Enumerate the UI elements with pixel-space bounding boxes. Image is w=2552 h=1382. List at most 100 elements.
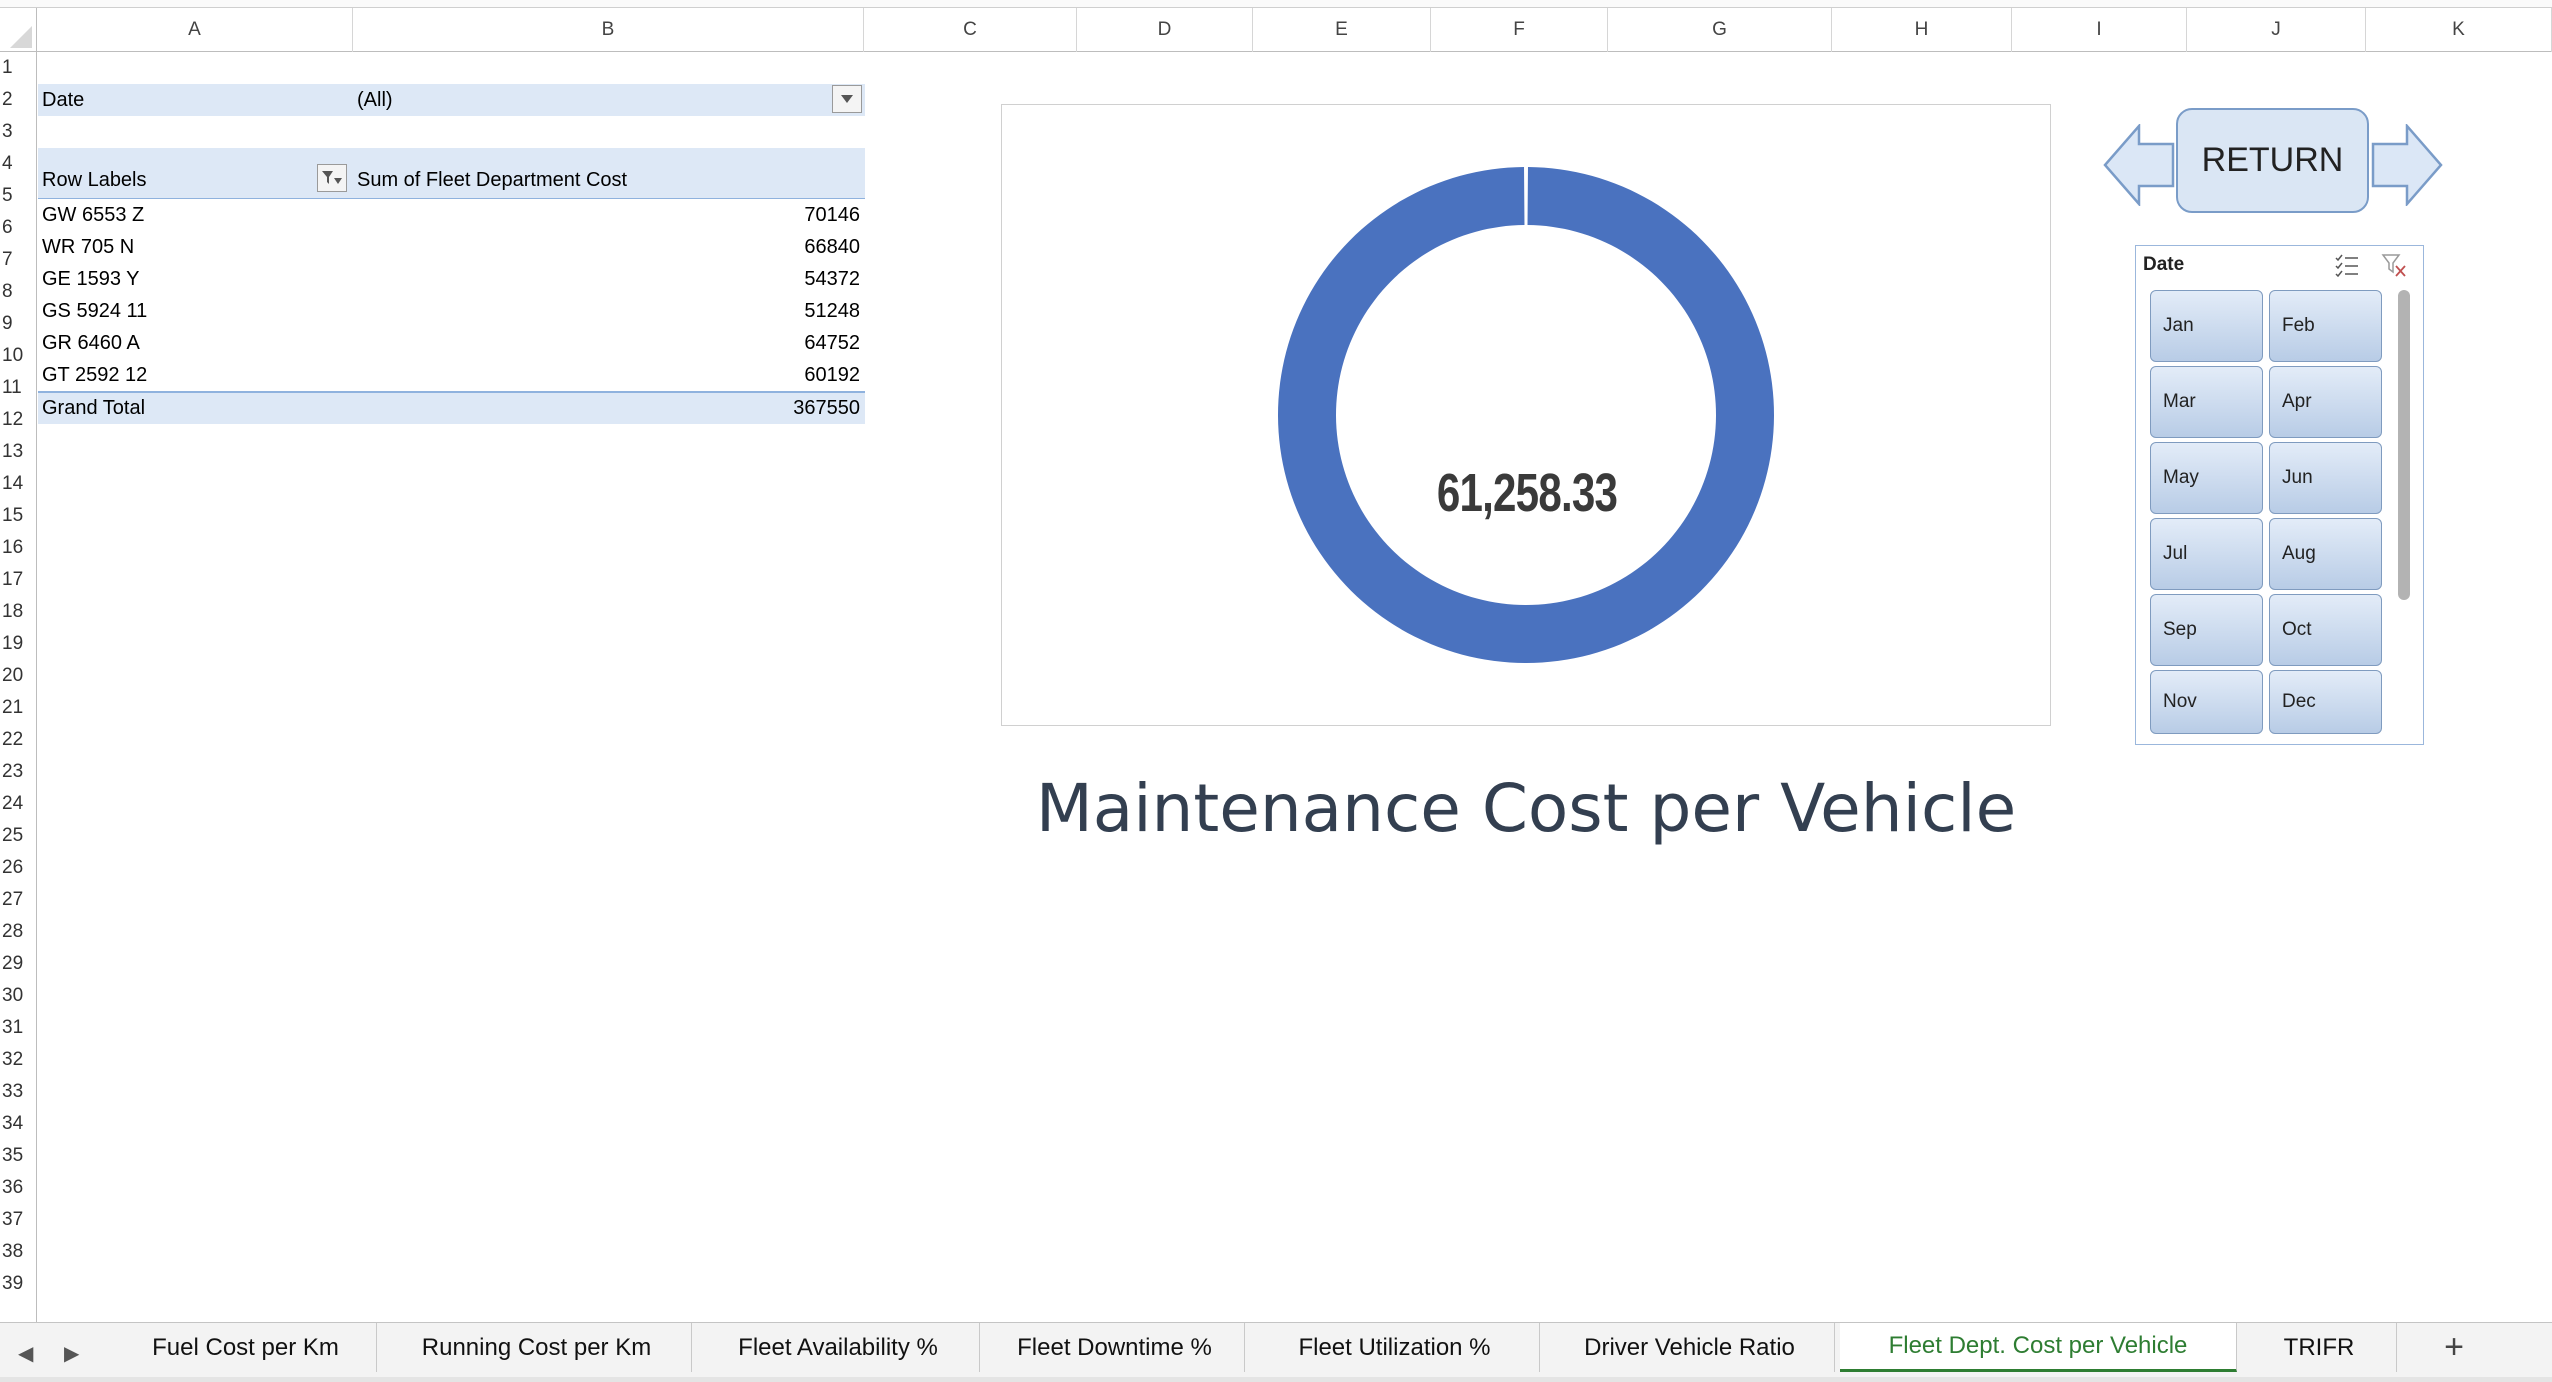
- filter-icon: [322, 171, 342, 184]
- row-header[interactable]: 29: [0, 948, 37, 980]
- pivot-row-value: 51248: [804, 299, 860, 322]
- slicer-item-jul[interactable]: Jul: [2150, 518, 2263, 590]
- slicer-item-apr[interactable]: Apr: [2269, 366, 2382, 438]
- column-header[interactable]: E: [1253, 8, 1431, 52]
- column-header[interactable]: K: [2366, 8, 2552, 52]
- row-header[interactable]: 22: [0, 724, 37, 756]
- sheet-tab[interactable]: Fleet Availability %: [697, 1323, 980, 1372]
- column-header[interactable]: F: [1431, 8, 1608, 52]
- slicer-item-dec[interactable]: Dec: [2269, 670, 2382, 734]
- pivot-filter-label: Date: [42, 88, 85, 111]
- row-header[interactable]: 16: [0, 532, 37, 564]
- row-header[interactable]: 33: [0, 1076, 37, 1108]
- column-header[interactable]: G: [1608, 8, 1832, 52]
- clear-filter-icon[interactable]: [2381, 252, 2407, 278]
- row-header[interactable]: 27: [0, 884, 37, 916]
- sheet-tab[interactable]: Driver Vehicle Ratio: [1545, 1323, 1835, 1372]
- row-header[interactable]: 8: [0, 276, 37, 308]
- row-header[interactable]: 35: [0, 1140, 37, 1172]
- slicer-item-jun[interactable]: Jun: [2269, 442, 2382, 514]
- sheet-tab-bar: ◀ ▶ Fuel Cost per Km Running Cost per Km F…: [0, 1322, 2552, 1382]
- row-header[interactable]: 23: [0, 756, 37, 788]
- pivot-row-value: 66840: [804, 235, 860, 258]
- row-header[interactable]: 3: [0, 116, 37, 148]
- row-header[interactable]: 9: [0, 308, 37, 340]
- slicer-item-aug[interactable]: Aug: [2269, 518, 2382, 590]
- row-header[interactable]: 31: [0, 1012, 37, 1044]
- column-header[interactable]: A: [37, 8, 353, 52]
- worksheet[interactable]: ABCDEFGHIJK 1 2 3 4 5 6 7 8 9 10 11 12 13 14 15 16 17 18 1…: [0, 0, 2552, 1322]
- row-header[interactable]: 12: [0, 404, 37, 436]
- row-header[interactable]: 32: [0, 1044, 37, 1076]
- sheet-tab[interactable]: Fleet Downtime %: [985, 1323, 1245, 1372]
- row-header[interactable]: 14: [0, 468, 37, 500]
- slicer-item-oct[interactable]: Oct: [2269, 594, 2382, 666]
- multi-select-icon[interactable]: [2334, 253, 2360, 277]
- chevron-down-icon: [841, 95, 853, 103]
- slicer-item-feb[interactable]: Feb: [2269, 290, 2382, 362]
- row-header[interactable]: 18: [0, 596, 37, 628]
- add-sheet-button[interactable]: +: [2404, 1323, 2504, 1372]
- row-header[interactable]: 34: [0, 1108, 37, 1140]
- donut-slice[interactable]: [1278, 167, 1774, 663]
- scroll-tabs-left-icon[interactable]: ◀: [18, 1341, 33, 1366]
- column-header[interactable]: D: [1077, 8, 1253, 52]
- slicer-item-may[interactable]: May: [2150, 442, 2263, 514]
- row-header[interactable]: 15: [0, 500, 37, 532]
- row-header[interactable]: 7: [0, 244, 37, 276]
- doughnut-chart[interactable]: 61,258.33: [1001, 104, 2051, 726]
- column-header[interactable]: I: [2012, 8, 2187, 52]
- slicer-item-jan[interactable]: Jan: [2150, 290, 2263, 362]
- row-header[interactable]: 6: [0, 212, 37, 244]
- value-header: Sum of Fleet Department Cost: [357, 168, 628, 191]
- sheet-tab[interactable]: Fleet Dept. Cost per Vehicle: [1840, 1323, 2237, 1372]
- date-slicer[interactable]: Date Jan Feb Mar Apr May Jun Jul Aug Sep Oct Nov De…: [2135, 245, 2424, 745]
- column-header[interactable]: J: [2187, 8, 2366, 52]
- sheet-tab[interactable]: TRIFR: [2242, 1323, 2397, 1372]
- row-header[interactable]: 37: [0, 1204, 37, 1236]
- row-header[interactable]: 10: [0, 340, 37, 372]
- grand-total-value: 367550: [793, 396, 860, 419]
- row-header-bar: 1 2 3 4 5 6 7 8 9 10 11 12 13 14 15 16 17 18 19 20 21 22 23 24 2…: [0, 52, 37, 1322]
- row-header[interactable]: 19: [0, 628, 37, 660]
- row-header[interactable]: 39: [0, 1268, 37, 1300]
- select-all-corner[interactable]: [0, 8, 37, 52]
- scroll-tabs-right-icon[interactable]: ▶: [64, 1341, 79, 1366]
- column-header[interactable]: C: [864, 8, 1077, 52]
- row-header[interactable]: 2: [0, 84, 37, 116]
- row-header[interactable]: 20: [0, 660, 37, 692]
- slicer-item-nov[interactable]: Nov: [2150, 670, 2263, 734]
- sheet-tab[interactable]: Fuel Cost per Km: [115, 1323, 377, 1372]
- row-header[interactable]: 24: [0, 788, 37, 820]
- row-header[interactable]: 30: [0, 980, 37, 1012]
- donut-center-label: 61,258.33: [1436, 463, 1618, 523]
- row-header[interactable]: 38: [0, 1236, 37, 1268]
- column-header[interactable]: H: [1832, 8, 2012, 52]
- return-button[interactable]: RETURN: [2176, 108, 2369, 213]
- slicer-item-sep[interactable]: Sep: [2150, 594, 2263, 666]
- row-header[interactable]: 26: [0, 852, 37, 884]
- slicer-scrollbar[interactable]: [2398, 290, 2410, 600]
- grand-total-label: Grand Total: [42, 396, 146, 419]
- row-header[interactable]: 5: [0, 180, 37, 212]
- sheet-tab[interactable]: Running Cost per Km: [382, 1323, 692, 1372]
- row-header[interactable]: 1: [0, 52, 37, 84]
- slicer-item-mar[interactable]: Mar: [2150, 366, 2263, 438]
- row-header[interactable]: 13: [0, 436, 37, 468]
- row-header[interactable]: 4: [0, 148, 37, 180]
- row-header[interactable]: 25: [0, 820, 37, 852]
- row-header[interactable]: 36: [0, 1172, 37, 1204]
- filter-dropdown-button[interactable]: [832, 85, 862, 113]
- pivot-filter-row: [38, 84, 865, 116]
- row-header[interactable]: 21: [0, 692, 37, 724]
- pivot-row-label: WR 705 N: [42, 235, 135, 258]
- row-labels-filter-button[interactable]: [317, 164, 347, 192]
- formula-bar-edge: [0, 0, 2552, 8]
- row-header[interactable]: 28: [0, 916, 37, 948]
- previous-arrow-icon[interactable]: [2103, 124, 2175, 206]
- sheet-tab[interactable]: Fleet Utilization %: [1250, 1323, 1540, 1372]
- row-header[interactable]: 11: [0, 372, 37, 404]
- row-header[interactable]: 17: [0, 564, 37, 596]
- next-arrow-icon[interactable]: [2371, 124, 2443, 206]
- column-header[interactable]: B: [353, 8, 864, 52]
